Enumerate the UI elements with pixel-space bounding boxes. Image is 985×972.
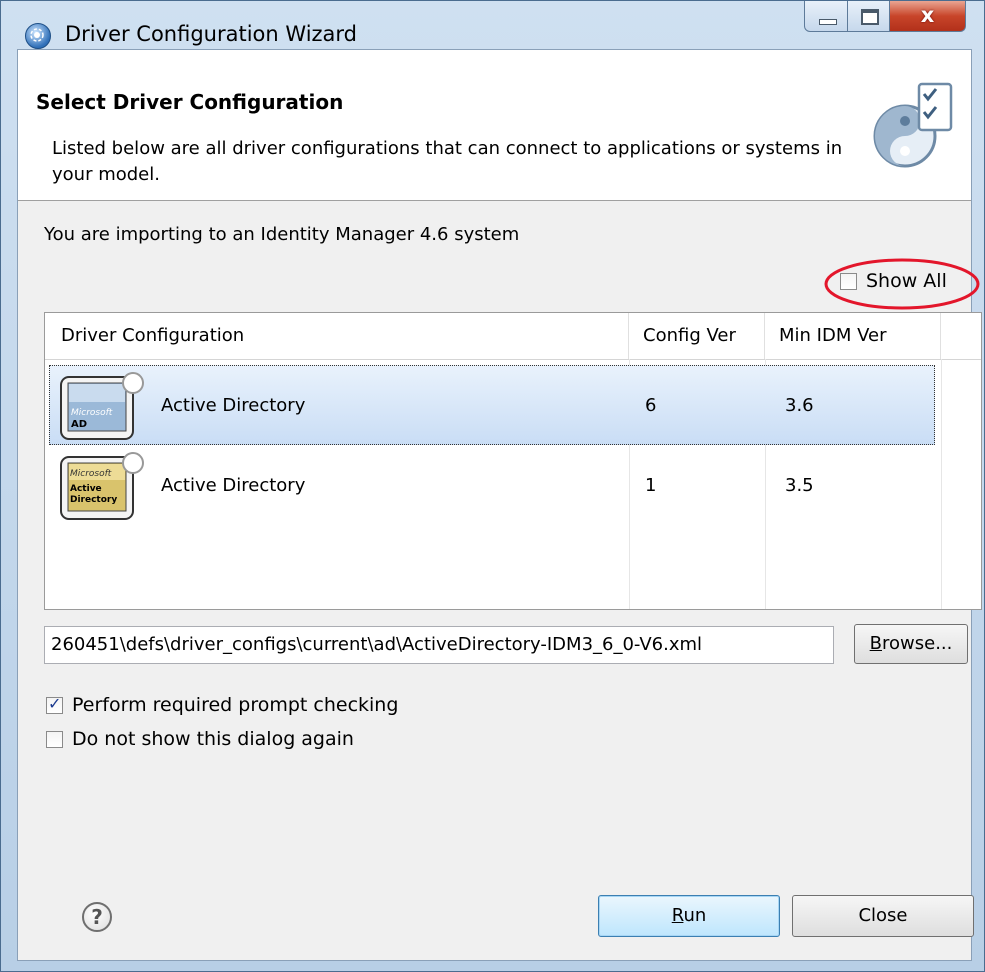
import-target-text: You are importing to an Identity Manager… [44,224,520,245]
driver-name: Active Directory [161,474,306,496]
close-button[interactable]: Close [792,895,974,937]
microsoft-active-directory-icon: Microsoft Active Directory [60,452,144,520]
title-bar[interactable]: Driver Configuration Wizard x [1,1,984,49]
wizard-banner-icon [873,82,953,168]
dialog-client-area: Select Driver Configuration Listed below… [17,49,982,961]
browse-label: rowse... [882,633,953,654]
do-not-show-option[interactable]: Do not show this dialog again [46,728,354,750]
app-icon [25,23,51,49]
table-row[interactable]: Microsoft AD Active Directory 6 3.6 [49,365,935,445]
run-button[interactable]: Run [598,895,780,937]
microsoft-ad-icon: Microsoft AD [60,372,144,440]
column-divider [941,359,942,609]
prompt-checking-option[interactable]: Perform required prompt checking [46,694,398,716]
close-icon: x [920,3,935,27]
show-all-label: Show All [866,270,947,292]
table-header: Driver Configuration Config Ver Min IDM … [45,313,981,360]
browse-mnemonic: B [869,633,882,654]
column-header-config-ver[interactable]: Config Ver [629,313,765,359]
show-all-checkbox-box[interactable] [840,272,857,290]
run-mnemonic: R [671,905,684,926]
config-ver: 1 [645,474,657,496]
wizard-window: Driver Configuration Wizard x Select Dri… [0,0,985,972]
run-label: un [683,905,707,926]
prompt-checking-label: Perform required prompt checking [72,694,399,716]
do-not-show-checkbox[interactable] [46,730,63,748]
help-icon[interactable]: ? [82,902,112,932]
column-header-driver-configuration[interactable]: Driver Configuration [45,313,629,359]
page-description: Listed below are all driver configuratio… [52,138,843,185]
icon-caption: Microsoft [70,469,112,479]
show-all-checkbox[interactable]: Show All [840,270,947,292]
icon-caption: Directory [70,495,117,505]
maximize-button[interactable] [848,1,890,32]
browse-button[interactable]: Browse... [854,624,968,664]
minimize-button[interactable] [804,1,848,32]
prompt-checking-checkbox[interactable] [46,694,63,714]
caption-buttons: x [804,1,966,35]
icon-caption: AD [71,419,87,430]
icon-caption: Active [70,484,102,494]
do-not-show-label: Do not show this dialog again [72,728,354,750]
window-title: Driver Configuration Wizard [65,22,358,46]
icon-caption: Microsoft [71,408,113,418]
driver-name: Active Directory [161,394,306,416]
config-ver: 6 [645,394,657,416]
min-idm-ver: 3.6 [785,394,814,416]
wizard-header: Select Driver Configuration Listed below… [18,50,971,201]
close-window-button[interactable]: x [890,1,966,32]
config-path-field[interactable]: 260451\defs\driver_configs\current\ad\Ac… [44,626,834,664]
page-title: Select Driver Configuration [36,90,344,114]
min-idm-ver: 3.5 [785,474,814,496]
driver-config-table[interactable]: Driver Configuration Config Ver Min IDM … [44,312,982,610]
column-header-min-idm-ver[interactable]: Min IDM Ver [765,313,941,359]
table-row[interactable]: Microsoft Active Directory Active Direct… [49,445,935,525]
